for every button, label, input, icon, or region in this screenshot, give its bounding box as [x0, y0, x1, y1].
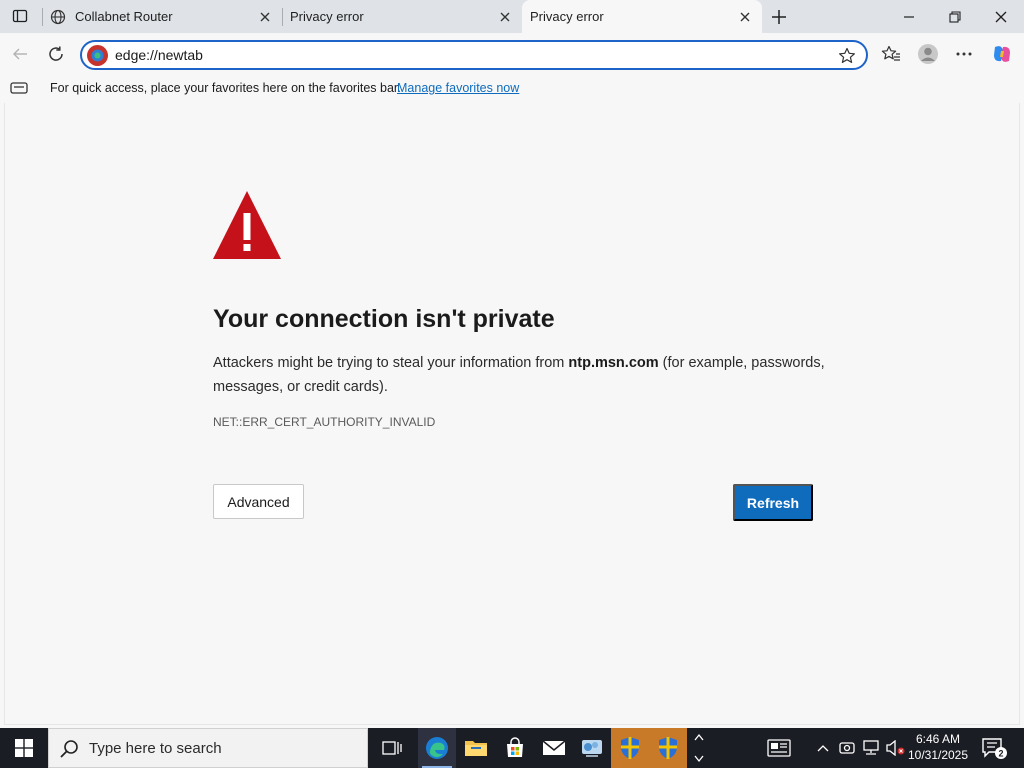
- reload-icon: [49, 46, 63, 61]
- copilot-button[interactable]: [987, 39, 1017, 69]
- shield-icon: [659, 737, 677, 759]
- tab-label: Collabnet Router: [75, 9, 173, 24]
- taskbar-network-app[interactable]: [573, 728, 611, 768]
- restore-button[interactable]: [932, 0, 978, 33]
- error-host: ntp.msn.com: [568, 355, 659, 371]
- tab-label: Privacy error: [530, 9, 604, 24]
- tab-strip: Collabnet Router Privacy error Privacy e…: [0, 0, 1024, 33]
- tab-collabnet-router[interactable]: Collabnet Router: [42, 0, 282, 33]
- copilot-icon: [994, 46, 1010, 62]
- add-favorite-button[interactable]: [836, 45, 858, 67]
- back-button[interactable]: [5, 39, 35, 69]
- globe-icon: [50, 9, 66, 25]
- refresh-button[interactable]: Refresh: [733, 484, 813, 521]
- show-hidden-icons-button[interactable]: [812, 728, 834, 768]
- close-window-button[interactable]: [978, 0, 1024, 33]
- clock-date: 10/31/2025: [907, 748, 969, 762]
- new-tab-button[interactable]: [766, 4, 792, 30]
- mail-icon: [542, 740, 566, 755]
- favorites-bar-icon: [10, 82, 28, 94]
- scroll-arrows-icon: [694, 733, 704, 763]
- taskbar-clock[interactable]: 6:46 AM 10/31/2025: [904, 731, 972, 763]
- taskbar-store[interactable]: [496, 728, 534, 768]
- advanced-button[interactable]: Advanced: [213, 484, 304, 519]
- minimize-button[interactable]: [886, 0, 932, 33]
- error-description-start: Attackers might be trying to steal your …: [213, 355, 569, 371]
- clock-time: 6:46 AM: [915, 732, 961, 746]
- taskbar-security-app-1[interactable]: [611, 728, 649, 768]
- manage-favorites-link[interactable]: Manage favorites now: [397, 81, 519, 95]
- start-button[interactable]: [0, 728, 48, 768]
- tab-label: Privacy error: [290, 9, 364, 24]
- task-view-button[interactable]: [373, 728, 411, 768]
- arrow-left-icon: [12, 48, 27, 60]
- browser-toolbar: edge://newtab: [0, 33, 1024, 93]
- camera-icon: [839, 742, 855, 754]
- chevron-up-icon: [817, 745, 829, 752]
- address-bar[interactable]: edge://newtab: [80, 40, 868, 70]
- star-icon: [839, 47, 855, 63]
- news-icon: [767, 739, 791, 757]
- more-icon: [956, 52, 972, 56]
- windows-logo-icon: [15, 739, 33, 757]
- page-content: Your connection isn't private Attackers …: [4, 103, 1020, 725]
- edge-icon: [426, 737, 448, 759]
- store-bag-icon: [507, 737, 523, 757]
- minimize-icon: [904, 15, 914, 18]
- notification-count: 2: [998, 749, 1003, 759]
- error-description: Attackers might be trying to steal your …: [213, 351, 833, 399]
- news-widget-button[interactable]: [762, 728, 796, 768]
- reload-button[interactable]: [41, 39, 71, 69]
- favorites-bar: For quick access, place your favorites h…: [0, 75, 1024, 101]
- tab-separator: [42, 8, 43, 26]
- error-code[interactable]: NET::ERR_CERT_AUTHORITY_INVALID: [213, 415, 435, 429]
- taskbar-scroll-arrows[interactable]: [690, 728, 708, 768]
- tab-close-icon[interactable]: [494, 6, 516, 28]
- tab-privacy-error-1[interactable]: Privacy error: [282, 0, 522, 33]
- favorites-icon: [881, 45, 900, 61]
- network-tray-button[interactable]: [860, 728, 882, 768]
- task-view-icon: [382, 741, 402, 755]
- tab-actions-icon: [12, 9, 28, 23]
- settings-more-button[interactable]: [949, 39, 979, 69]
- taskbar-search-box[interactable]: Type here to search: [48, 728, 368, 768]
- shield-icon: [621, 737, 639, 759]
- favorites-bar-message: For quick access, place your favorites h…: [50, 81, 401, 95]
- error-title: Your connection isn't private: [213, 305, 555, 333]
- volume-muted-icon: [886, 740, 905, 756]
- tab-close-icon[interactable]: [734, 6, 756, 28]
- profile-button[interactable]: [913, 39, 943, 69]
- notification-center-button[interactable]: 2: [980, 736, 1008, 760]
- network-icon: [863, 740, 879, 755]
- taskbar-edge[interactable]: [418, 728, 456, 768]
- avatar-icon: [918, 44, 938, 64]
- address-text[interactable]: edge://newtab: [115, 47, 203, 63]
- warning-icon: [213, 191, 281, 259]
- meet-now-button[interactable]: [836, 728, 858, 768]
- tab-separator: [282, 8, 283, 26]
- taskbar-security-app-2[interactable]: [649, 728, 687, 768]
- plus-icon: [772, 10, 786, 24]
- restore-icon: [949, 10, 961, 23]
- taskbar: Type here to search 6:46 AM 10/31/2025 2: [0, 728, 1024, 768]
- taskbar-mail[interactable]: [535, 728, 573, 768]
- notification-icon: 2: [982, 738, 1007, 759]
- network-app-icon: [582, 740, 602, 757]
- close-icon: [995, 11, 1007, 22]
- search-icon: [60, 740, 78, 758]
- favorites-button[interactable]: [876, 39, 906, 69]
- edge-logo-icon: [87, 45, 108, 66]
- folder-icon: [465, 741, 487, 756]
- taskbar-file-explorer[interactable]: [457, 728, 495, 768]
- volume-tray-button[interactable]: [884, 728, 906, 768]
- tab-actions-button[interactable]: [8, 5, 32, 27]
- tab-close-icon[interactable]: [254, 6, 276, 28]
- search-placeholder: Type here to search: [89, 740, 222, 757]
- tab-privacy-error-active[interactable]: Privacy error: [522, 0, 762, 33]
